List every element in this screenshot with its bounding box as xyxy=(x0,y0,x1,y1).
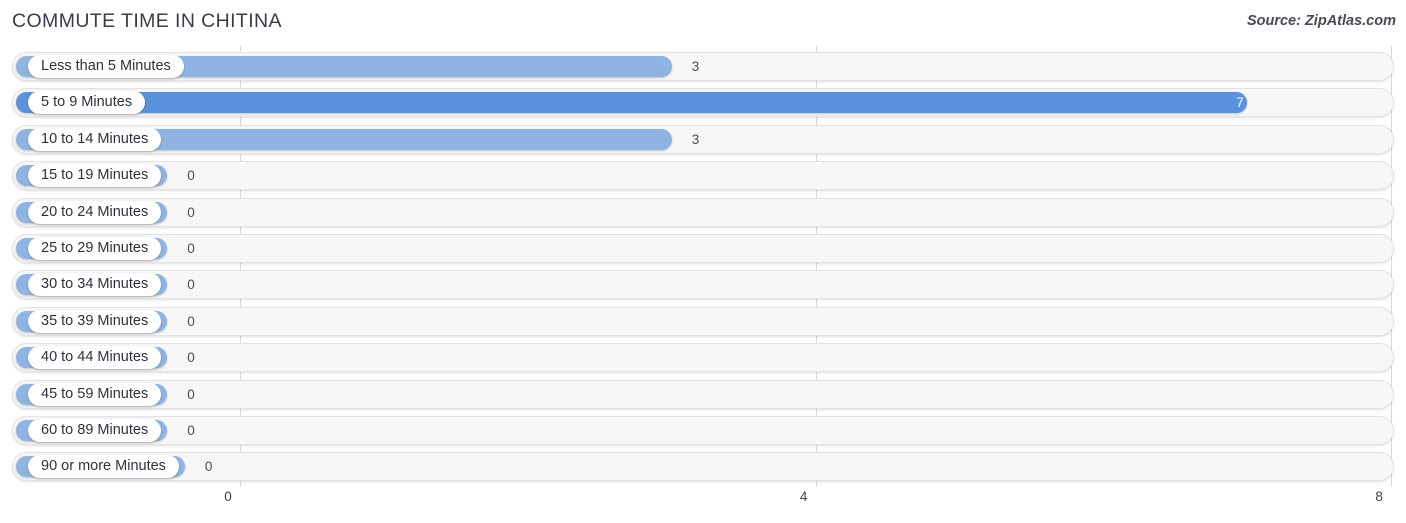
page-title: COMMUTE TIME IN CHITINA xyxy=(12,10,282,32)
bar-category-label: 45 to 59 Minutes xyxy=(28,382,162,406)
bar-value-label: 3 xyxy=(691,59,700,74)
bar-track xyxy=(12,416,1394,445)
bar-row[interactable]: 40 to 44 Minutes 0 xyxy=(12,343,1394,373)
bar-value-label: 0 xyxy=(187,204,195,220)
bar-value-label: 0 xyxy=(187,313,195,329)
bar-category-label: 90 or more Minutes xyxy=(28,455,179,479)
bar-value-label: 0 xyxy=(187,350,195,366)
bar-value-label: 0 xyxy=(204,459,213,475)
bar-value-label: 0 xyxy=(187,241,195,256)
bar-row[interactable]: 15 to 19 Minutes 0 xyxy=(12,161,1394,191)
bar-row[interactable]: 5 to 9 Minutes 7 xyxy=(12,88,1394,118)
x-axis-tick-label: 0 xyxy=(224,489,232,504)
bar-row[interactable]: 35 to 39 Minutes 0 xyxy=(12,306,1394,336)
bar-row[interactable]: 60 to 89 Minutes 0 xyxy=(12,416,1394,445)
bar-value-label: 0 xyxy=(187,386,195,402)
x-axis-tick-label: 8 xyxy=(1375,489,1383,504)
bar-row[interactable]: 30 to 34 Minutes 0 xyxy=(12,270,1394,300)
bar-value-label: 3 xyxy=(691,131,700,147)
bar-rows: Less than 5 Minutes 3 5 to 9 Minutes 7 10 to… xyxy=(0,46,1406,486)
bar-category-label: 60 to 89 Minutes xyxy=(28,419,162,442)
x-axis-tick-label: 4 xyxy=(799,489,808,504)
bar xyxy=(16,92,1248,114)
bar-track xyxy=(12,270,1394,300)
bar-row[interactable]: 20 to 24 Minutes 0 xyxy=(12,197,1394,227)
bar-category-label: 30 to 34 Minutes xyxy=(28,273,162,297)
bar-row[interactable]: 90 or more Minutes 0 xyxy=(12,452,1394,482)
bar-category-label: 20 to 24 Minutes xyxy=(28,200,162,224)
bar-category-label: 40 to 44 Minutes xyxy=(28,346,162,370)
bar-track xyxy=(12,452,1394,482)
bar-category-label: 15 to 19 Minutes xyxy=(28,164,162,188)
bar-track xyxy=(12,379,1394,409)
bar-row[interactable]: 45 to 59 Minutes 0 xyxy=(12,379,1394,409)
bar-value-label: 0 xyxy=(187,277,195,293)
bar-track xyxy=(12,343,1394,373)
bar-track xyxy=(12,197,1394,227)
bar-value-label: 0 xyxy=(187,423,195,438)
bar-category-label: 5 to 9 Minutes xyxy=(28,91,146,115)
bar-row[interactable]: Less than 5 Minutes 3 xyxy=(12,52,1394,81)
source-attribution: Source: ZipAtlas.com xyxy=(1246,13,1396,29)
bar-category-label: 35 to 39 Minutes xyxy=(28,309,162,333)
plot-area: Less than 5 Minutes 3 5 to 9 Minutes 7 10 to… xyxy=(0,46,1406,486)
bar-category-label: Less than 5 Minutes xyxy=(28,55,184,78)
bar-row[interactable]: 25 to 29 Minutes 0 xyxy=(12,234,1394,263)
bar-value-label: 0 xyxy=(187,168,195,184)
bar-track xyxy=(12,234,1394,263)
bar-track xyxy=(12,306,1394,336)
bar-value-label: 7 xyxy=(1236,95,1244,111)
bar-row[interactable]: 10 to 14 Minutes 3 xyxy=(12,124,1394,154)
x-axis: 0 4 8 xyxy=(0,486,1406,523)
bar-category-label: 10 to 14 Minutes xyxy=(28,127,162,151)
bar-category-label: 25 to 29 Minutes xyxy=(28,237,162,260)
bar-track xyxy=(12,161,1394,191)
chart-header: COMMUTE TIME IN CHITINA Source: ZipAtlas… xyxy=(0,0,1406,46)
